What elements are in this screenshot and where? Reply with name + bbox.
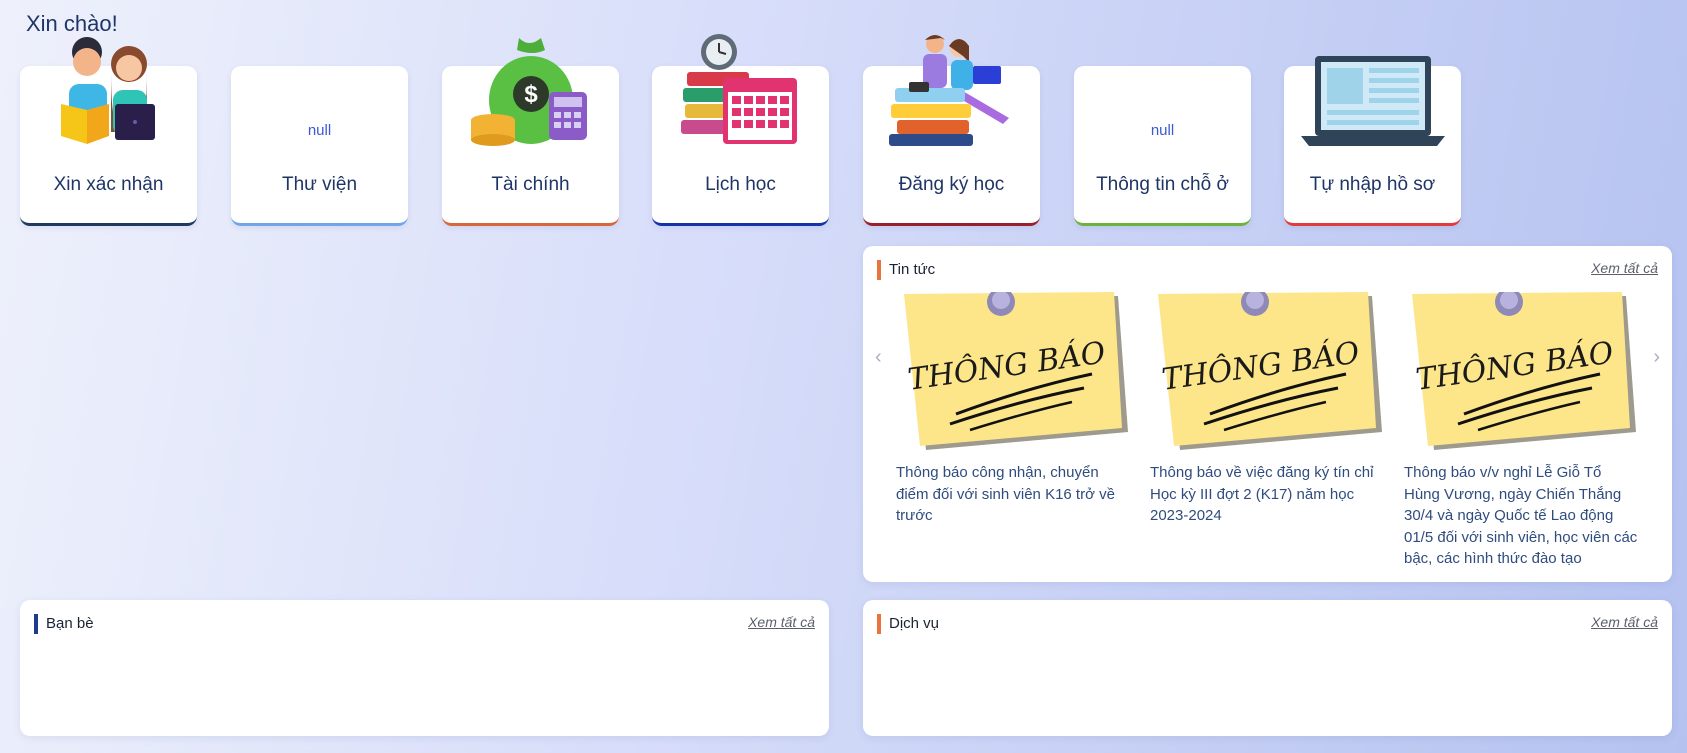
students-laptop-icon: [888, 35, 1009, 146]
see-all-link[interactable]: Xem tất cả: [1591, 260, 1658, 276]
tile-label: Tự nhập hồ sơ: [1309, 174, 1436, 195]
broken-image-icon: null: [307, 122, 332, 139]
tile-label: Thông tin chỗ ở: [1096, 174, 1229, 195]
tile-thong-tin-cho-o[interactable]: null Thông tin chỗ ở: [1074, 66, 1251, 226]
tile-label: Đăng ký học: [898, 174, 1005, 195]
see-all-link[interactable]: Xem tất cả: [748, 614, 815, 630]
see-all-link[interactable]: Xem tất cả: [1591, 614, 1658, 630]
tile-label: Tài chính: [491, 174, 570, 195]
carousel-next-button[interactable]: ›: [1653, 346, 1660, 369]
tile-thu-vien[interactable]: null Thư viện: [231, 66, 408, 226]
tile-tu-nhap-ho-so[interactable]: Tự nhập hồ sơ: [1284, 56, 1461, 226]
news-item[interactable]: THÔNG BÁO Thông báo về việc đăng ký tín …: [1150, 292, 1385, 527]
announcement-note-image: THÔNG BÁO: [904, 292, 1128, 450]
laptop-icon: [1300, 56, 1445, 146]
tile-label: Xin xác nhận: [53, 174, 164, 195]
tile-label: Lịch học: [705, 174, 776, 195]
announcement-note-image: THÔNG BÁO: [1158, 292, 1382, 450]
friends-panel: Bạn bè Xem tất cả: [20, 600, 829, 736]
announcement-note-image: THÔNG BÁO: [1412, 292, 1636, 450]
carousel-prev-button[interactable]: ‹: [875, 346, 882, 369]
panel-title: Dịch vụ: [877, 614, 939, 634]
news-item[interactable]: THÔNG BÁO Thông báo công nhận, chuyển đi…: [896, 292, 1131, 527]
news-panel: Tin tức Xem tất cả ‹ › THÔNG BÁO Thông b…: [863, 246, 1672, 582]
broken-image-icon: null: [1150, 122, 1175, 139]
tile-xin-xac-nhan[interactable]: Xin xác nhận: [20, 37, 197, 226]
tile-dang-ky-hoc[interactable]: Đăng ký học: [863, 35, 1040, 226]
svg-text:$: $: [524, 81, 538, 108]
services-panel: Dịch vụ Xem tất cả: [863, 600, 1672, 736]
news-title[interactable]: Thông báo công nhận, chuyển điểm đối với…: [896, 462, 1131, 527]
tile-label: Thư viện: [281, 174, 358, 195]
news-title[interactable]: Thông báo v/v nghỉ Lễ Giỗ Tổ Hùng Vương,…: [1404, 462, 1639, 570]
tile-tai-chinh[interactable]: $ Tài chính: [442, 38, 619, 226]
news-title[interactable]: Thông báo về việc đăng ký tín chỉ Học kỳ…: [1150, 462, 1385, 527]
panel-title: Bạn bè: [34, 614, 94, 634]
money-bag-icon: $: [470, 38, 587, 146]
calendar-books-icon: [680, 34, 797, 144]
panel-title: Tin tức: [877, 260, 935, 280]
tile-lich-hoc[interactable]: Lịch học: [652, 34, 829, 226]
news-item[interactable]: THÔNG BÁO Thông báo v/v nghỉ Lễ Giỗ Tổ H…: [1404, 292, 1639, 570]
reading-couple-icon: [60, 37, 155, 144]
